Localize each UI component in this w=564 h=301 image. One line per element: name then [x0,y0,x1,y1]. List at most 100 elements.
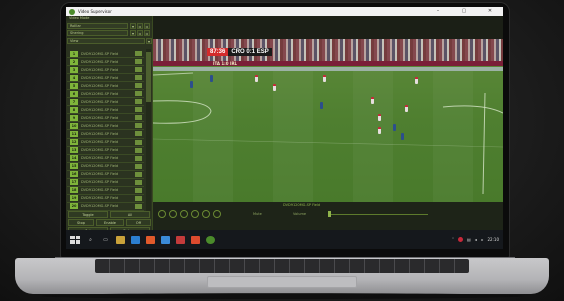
channel-toggle[interactable] [135,75,142,81]
channel-row[interactable]: 5 DVD9120MG-SP Field [67,82,144,91]
mode-select[interactable]: Rolllar [67,23,128,29]
match-clock: 87:36 [207,48,229,56]
channel-row[interactable]: 9 DVD9120MG-SP Field [67,114,144,123]
record-button[interactable] [213,210,221,218]
seek-slider[interactable] [328,214,428,215]
channel-toggle[interactable] [135,107,142,113]
channel-row[interactable]: 20 DVD9120MG-SP Field [67,203,144,211]
channel-toggle[interactable] [135,99,142,105]
off-button[interactable]: Off [126,219,151,226]
channel-toggle[interactable] [135,51,142,57]
channel-toggle[interactable] [135,131,142,137]
channel-toggle[interactable] [135,187,142,193]
channel-row[interactable]: 2 DVD9120MG-SP Field [67,58,144,67]
channel-toggle[interactable] [135,179,142,185]
channel-row[interactable]: 15 DVD9120MG-SP Field [67,163,144,171]
channel-name: DVD9120MG-SP Field [81,180,119,185]
start-button[interactable] [70,235,80,244]
media-icon[interactable] [176,235,185,244]
store-icon[interactable] [131,235,140,244]
minimize-button[interactable]: – [425,7,451,16]
view-select[interactable]: View [67,38,145,44]
mail-icon[interactable] [146,235,155,244]
channel-toggle[interactable] [135,123,142,129]
channel-row[interactable]: 7 DVD9120MG-SP Field [67,98,144,107]
channel-row[interactable]: 1 DVD9120MG-SP Field [67,50,144,59]
play-button[interactable] [169,210,177,218]
channel-number: 15 [70,163,78,170]
channel-row[interactable]: 19 DVD9120MG-SP Field [67,195,144,203]
maximize-button[interactable]: ▢ [451,7,477,16]
channel-panel: Video Mode Rolllar ▾ ▫ ▫ Shering ▾ ▫ ▫ V… [66,16,153,234]
up-arrow-icon[interactable]: ˄ [452,237,454,242]
channel-row[interactable]: 16 DVD9120MG-SP Field [67,171,144,179]
channel-number: 11 [70,130,78,137]
channel-toggle[interactable] [135,195,142,201]
mode-option-2[interactable]: ▫ [137,23,143,29]
mode-option-1[interactable]: ▾ [130,23,136,29]
language-icon[interactable]: ▫ [481,237,484,242]
score-overlay: 87:36 CRO 0:1 ESP [207,48,272,56]
player [273,84,276,91]
mode-option-3[interactable]: ▫ [144,23,150,29]
channel-row[interactable]: 12 DVD9120MG-SP Field [67,139,144,147]
channel-row[interactable]: 8 DVD9120MG-SP Field [67,106,144,115]
pause-button[interactable] [180,210,188,218]
channel-row[interactable]: 14 DVD9120MG-SP Field [67,155,144,163]
all-button[interactable]: All [110,211,150,218]
channel-toggle[interactable] [135,171,142,177]
channel-toggle[interactable] [135,59,142,65]
channel-toggle[interactable] [135,203,142,209]
channel-row[interactable]: 10 DVD9120MG-SP Field [67,122,144,131]
video-supervisor-taskbar-icon[interactable] [206,235,215,244]
channel-row[interactable]: 18 DVD9120MG-SP Field [67,187,144,195]
next-button[interactable] [202,210,210,218]
channel-toggle[interactable] [135,147,142,153]
volume-icon[interactable]: ◂ [475,237,477,242]
file-explorer-icon[interactable] [116,235,125,244]
network-icon[interactable]: ▤ [467,237,471,242]
channel-toggle[interactable] [135,163,142,169]
channel-row[interactable]: 4 DVD9120MG-SP Field [67,74,144,83]
previous-button[interactable] [158,210,166,218]
channel-row[interactable]: 17 DVD9120MG-SP Field [67,179,144,187]
channel-number: 7 [70,98,78,105]
channel-name: DVD9120MG-SP Field [81,164,119,169]
display-option-2[interactable]: ▫ [137,30,143,36]
channel-row[interactable]: 11 DVD9120MG-SP Field [67,130,144,139]
channel-toggle[interactable] [135,83,142,89]
search-icon[interactable]: ⌕ [86,236,95,244]
display-option-3[interactable]: ▫ [144,30,150,36]
channel-scrollbar[interactable] [146,49,151,211]
edge-icon[interactable] [161,235,170,244]
view-option[interactable]: ▾ [146,38,152,44]
clock[interactable]: 22:10 [487,237,499,242]
enable-button[interactable]: Enable [96,219,124,226]
channel-toggle[interactable] [135,67,142,73]
channel-toggle[interactable] [135,115,142,121]
display-select[interactable]: Shering [67,30,128,36]
match-score: CRO 0:1 ESP [228,48,272,56]
channel-row[interactable]: 13 DVD9120MG-SP Field [67,147,144,155]
seek-slider-knob[interactable] [328,211,331,217]
channel-number: 12 [70,139,78,146]
office-icon[interactable] [191,235,200,244]
channel-name: DVD9120MG-SP Field [81,51,119,56]
close-button[interactable]: ✕ [477,7,503,16]
board-score-text: ITA 1:0 IRL [213,61,238,66]
stop-button[interactable]: Stop [68,219,94,226]
stop-playback-button[interactable] [191,210,199,218]
channel-toggle[interactable] [135,155,142,161]
video-viewport[interactable]: 87:36 CRO 0:1 ESP ITA 1:0 IRL [153,39,503,202]
task-view-icon[interactable]: ▭ [101,236,110,244]
channel-toggle[interactable] [135,139,142,145]
channel-toggle[interactable] [135,91,142,97]
toggle-button[interactable]: Toggle [68,211,108,218]
channel-row[interactable]: 3 DVD9120MG-SP Field [67,66,144,75]
tray-app-icon[interactable] [457,237,463,242]
channel-name: DVD9120MG-SP Field [81,99,119,104]
channel-name: DVD9120MG-SP Field [81,131,119,136]
channel-row[interactable]: 6 DVD9120MG-SP Field [67,90,144,99]
display-option-1[interactable]: ▾ [130,30,136,36]
scrollbar-thumb[interactable] [146,52,151,102]
